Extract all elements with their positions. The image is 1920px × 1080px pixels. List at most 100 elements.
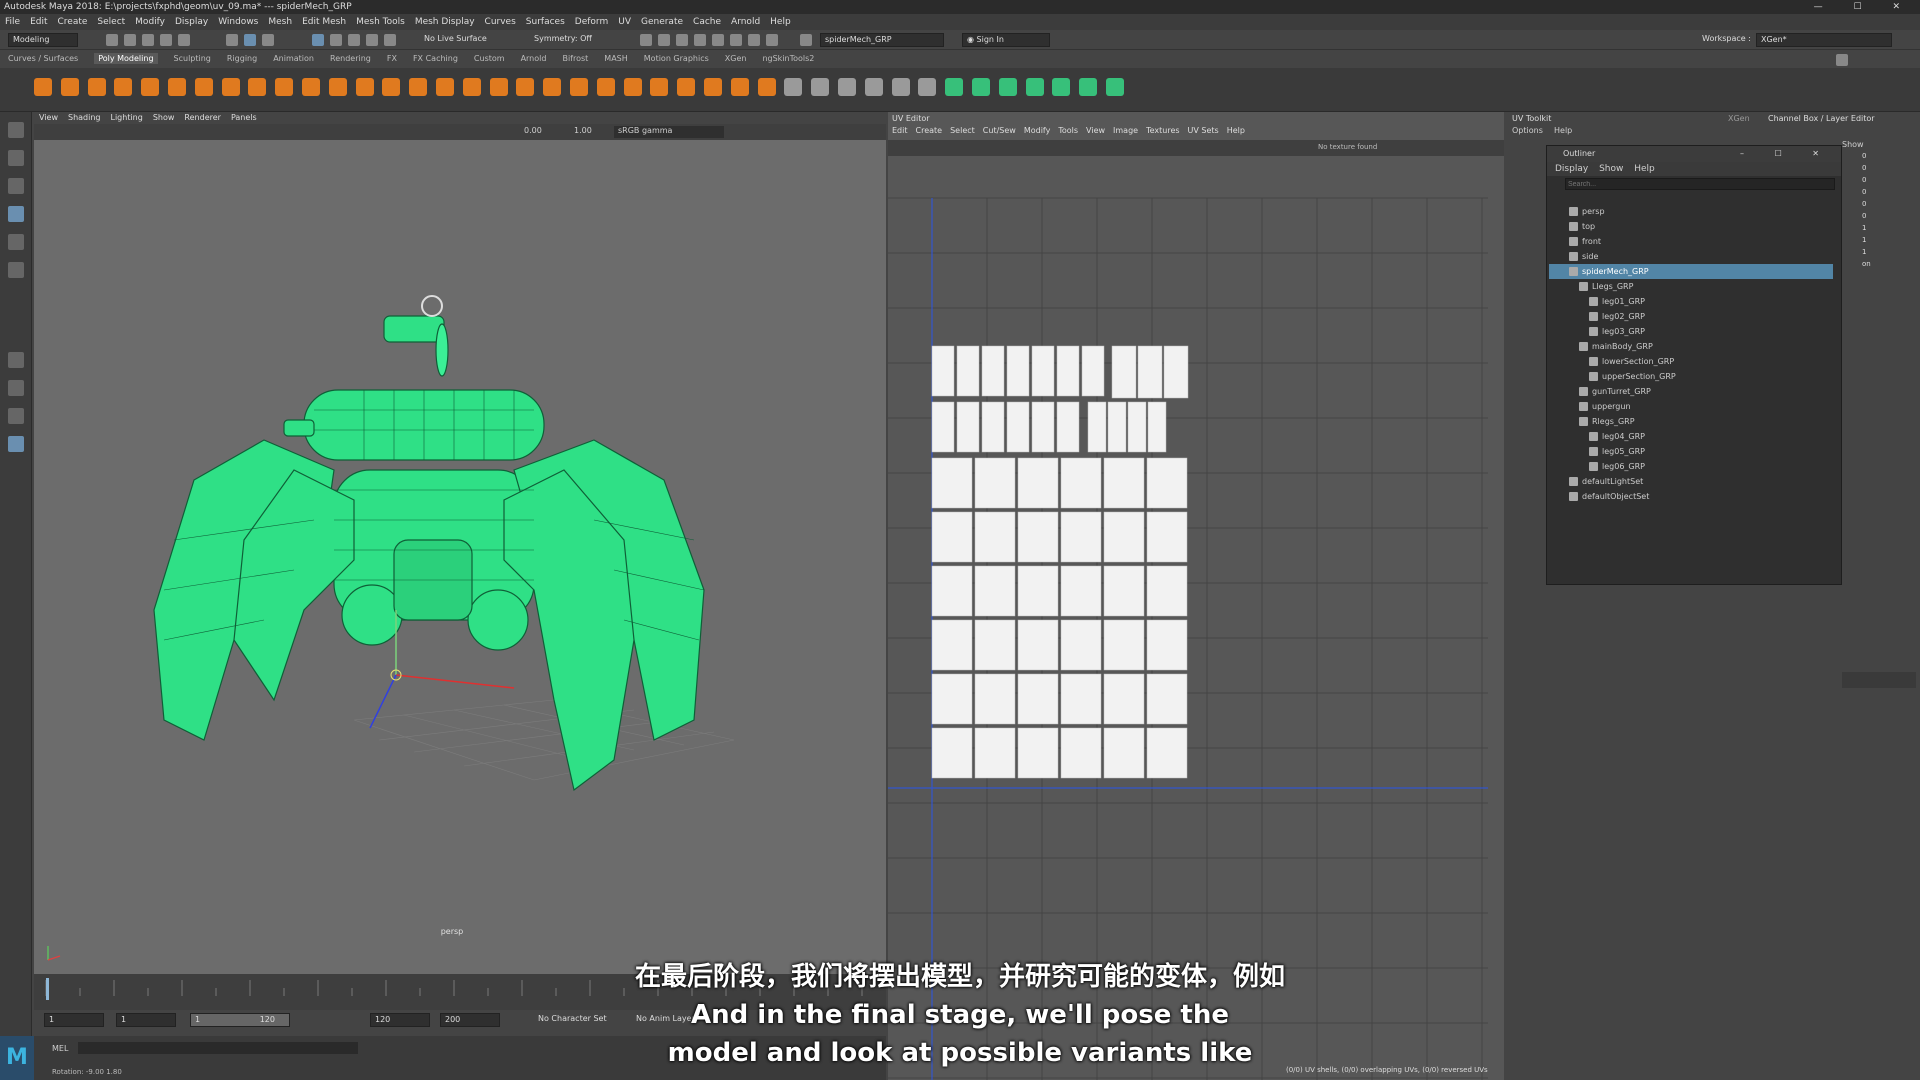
- select-tool-icon[interactable]: [8, 122, 24, 138]
- select-component-icon[interactable]: [262, 34, 274, 46]
- outliner-item[interactable]: Rlegs_GRP: [1549, 414, 1833, 429]
- viewport-scene[interactable]: persp: [34, 140, 886, 974]
- layout-icon[interactable]: [1025, 78, 1044, 96]
- gear-icon[interactable]: [275, 78, 294, 96]
- target-weld-icon[interactable]: [704, 78, 722, 96]
- quad-draw-icon[interactable]: [730, 78, 749, 96]
- shelf-tab-rendering[interactable]: Rendering: [330, 54, 371, 63]
- outliner-item[interactable]: defaultLightSet: [1549, 474, 1833, 489]
- menu-mesh-display[interactable]: Mesh Display: [415, 17, 475, 27]
- outliner-titlebar[interactable]: Outliner – ☐ ✕: [1547, 146, 1841, 162]
- outliner-item[interactable]: spiderMech_GRP: [1549, 264, 1833, 279]
- outliner-display-menu[interactable]: Display: [1555, 164, 1588, 174]
- outliner-item[interactable]: persp: [1549, 204, 1833, 219]
- xgen-tab[interactable]: XGen: [1728, 114, 1750, 123]
- gamma-field[interactable]: 1.00: [574, 126, 592, 135]
- collapse-icon[interactable]: [838, 78, 856, 96]
- planar-map-icon[interactable]: [891, 78, 910, 96]
- fill-hole-icon[interactable]: [650, 78, 669, 96]
- exposure-field[interactable]: 0.00: [524, 126, 542, 135]
- super-shape-icon[interactable]: [382, 78, 401, 96]
- symmetry-dropdown[interactable]: Symmetry: Off: [530, 33, 606, 47]
- outliner-item[interactable]: upperSection_GRP: [1549, 369, 1833, 384]
- scale-tool-icon[interactable]: [8, 262, 24, 278]
- boolean-icon[interactable]: [489, 78, 508, 96]
- menu-mesh-tools[interactable]: Mesh Tools: [356, 17, 405, 27]
- menu-select[interactable]: Select: [97, 17, 125, 27]
- uv-menu-image[interactable]: Image: [1113, 126, 1138, 135]
- mirror-icon[interactable]: [516, 78, 535, 96]
- delete-history-icon[interactable]: [1106, 78, 1124, 96]
- unfold-icon[interactable]: [998, 78, 1017, 96]
- snap-point-icon[interactable]: [348, 34, 360, 46]
- viewport-menu-renderer[interactable]: Renderer: [184, 113, 221, 122]
- select-object-icon[interactable]: [244, 34, 256, 46]
- torus-icon[interactable]: [141, 78, 160, 96]
- uv-menu-cut-sew[interactable]: Cut/Sew: [983, 126, 1016, 135]
- snap-view-icon[interactable]: [366, 34, 378, 46]
- outliner-persp-icon[interactable]: [8, 436, 24, 452]
- menu-uv[interactable]: UV: [618, 17, 631, 27]
- outliner-item[interactable]: lowerSection_GRP: [1549, 354, 1833, 369]
- redo-icon[interactable]: [178, 34, 190, 46]
- outliner-item[interactable]: leg05_GRP: [1549, 444, 1833, 459]
- uv-menu-help[interactable]: Help: [1227, 126, 1245, 135]
- lasso-tool-icon[interactable]: [8, 150, 24, 166]
- append-icon[interactable]: [623, 78, 642, 96]
- undo-icon[interactable]: [160, 34, 172, 46]
- offset-loop-icon[interactable]: [757, 78, 776, 96]
- uv-menu-textures[interactable]: Textures: [1146, 126, 1179, 135]
- uv-editor-panel[interactable]: UV Editor Edit Create Select Cut/Sew Modify T…: [888, 112, 1504, 1080]
- text-icon[interactable]: [328, 78, 347, 96]
- platonic-icon[interactable]: [302, 78, 320, 96]
- shelf-tab-fx-caching[interactable]: FX Caching: [413, 54, 458, 63]
- outliner-item[interactable]: side: [1549, 249, 1833, 264]
- menu-generate[interactable]: Generate: [641, 17, 683, 27]
- render-sequence-icon[interactable]: [658, 34, 670, 46]
- channel-value[interactable]: 1: [1862, 248, 1866, 256]
- shelf-tab-animation[interactable]: Animation: [273, 54, 314, 63]
- helix-icon[interactable]: [248, 78, 267, 96]
- outliner-search-input[interactable]: [1565, 178, 1835, 190]
- outliner-item[interactable]: defaultObjectSet: [1549, 489, 1833, 504]
- move-tool-icon[interactable]: [8, 206, 24, 222]
- combine-icon[interactable]: [409, 78, 428, 96]
- menuset-dropdown[interactable]: Modeling: [8, 33, 78, 47]
- workspace-dropdown[interactable]: XGen*: [1756, 33, 1892, 47]
- live-surface-field[interactable]: No Live Surface: [420, 33, 500, 47]
- channel-value[interactable]: on: [1862, 260, 1871, 268]
- outliner-window[interactable]: Outliner – ☐ ✕ Display Show Help persp to…: [1546, 145, 1842, 585]
- auto-map-icon[interactable]: [918, 78, 937, 96]
- outliner-window-controls[interactable]: – ☐ ✕: [1740, 146, 1833, 162]
- menu-modify[interactable]: Modify: [135, 17, 165, 27]
- channel-value[interactable]: 0: [1862, 212, 1866, 220]
- select-hierarchy-icon[interactable]: [226, 34, 238, 46]
- shelf-tab-bifrost[interactable]: Bifrost: [562, 54, 588, 63]
- shelf-tab-xgen[interactable]: XGen: [725, 54, 747, 63]
- new-scene-icon[interactable]: [106, 34, 118, 46]
- menu-cache[interactable]: Cache: [693, 17, 721, 27]
- channel-value[interactable]: 0: [1862, 176, 1866, 184]
- uv-editor-icon[interactable]: [1052, 78, 1071, 96]
- menu-edit[interactable]: Edit: [30, 17, 47, 27]
- outliner-item[interactable]: top: [1549, 219, 1833, 234]
- channel-value[interactable]: 0: [1862, 152, 1866, 160]
- separate-icon[interactable]: [436, 78, 454, 96]
- viewport-panel[interactable]: View Shading Lighting Show Renderer Panels 0.…: [34, 112, 886, 974]
- input-line-icon[interactable]: [800, 34, 812, 46]
- channel-value[interactable]: 0: [1862, 164, 1866, 172]
- ipr-render-icon[interactable]: [676, 34, 688, 46]
- viewport-menu-lighting[interactable]: Lighting: [110, 113, 142, 122]
- snap-curve-icon[interactable]: [330, 34, 342, 46]
- sphere-icon[interactable]: [34, 78, 52, 96]
- connect-icon[interactable]: [811, 78, 830, 96]
- menu-display[interactable]: Display: [175, 17, 208, 27]
- uv-grid-canvas[interactable]: [888, 158, 1504, 1080]
- four-view-icon[interactable]: [8, 380, 24, 396]
- menu-curves[interactable]: Curves: [485, 17, 516, 27]
- uv-menu-edit[interactable]: Edit: [892, 126, 908, 135]
- render-settings-icon[interactable]: [694, 34, 706, 46]
- cone-icon[interactable]: [114, 78, 133, 96]
- uv-menu-select[interactable]: Select: [950, 126, 975, 135]
- snap-surface-icon[interactable]: [384, 34, 396, 46]
